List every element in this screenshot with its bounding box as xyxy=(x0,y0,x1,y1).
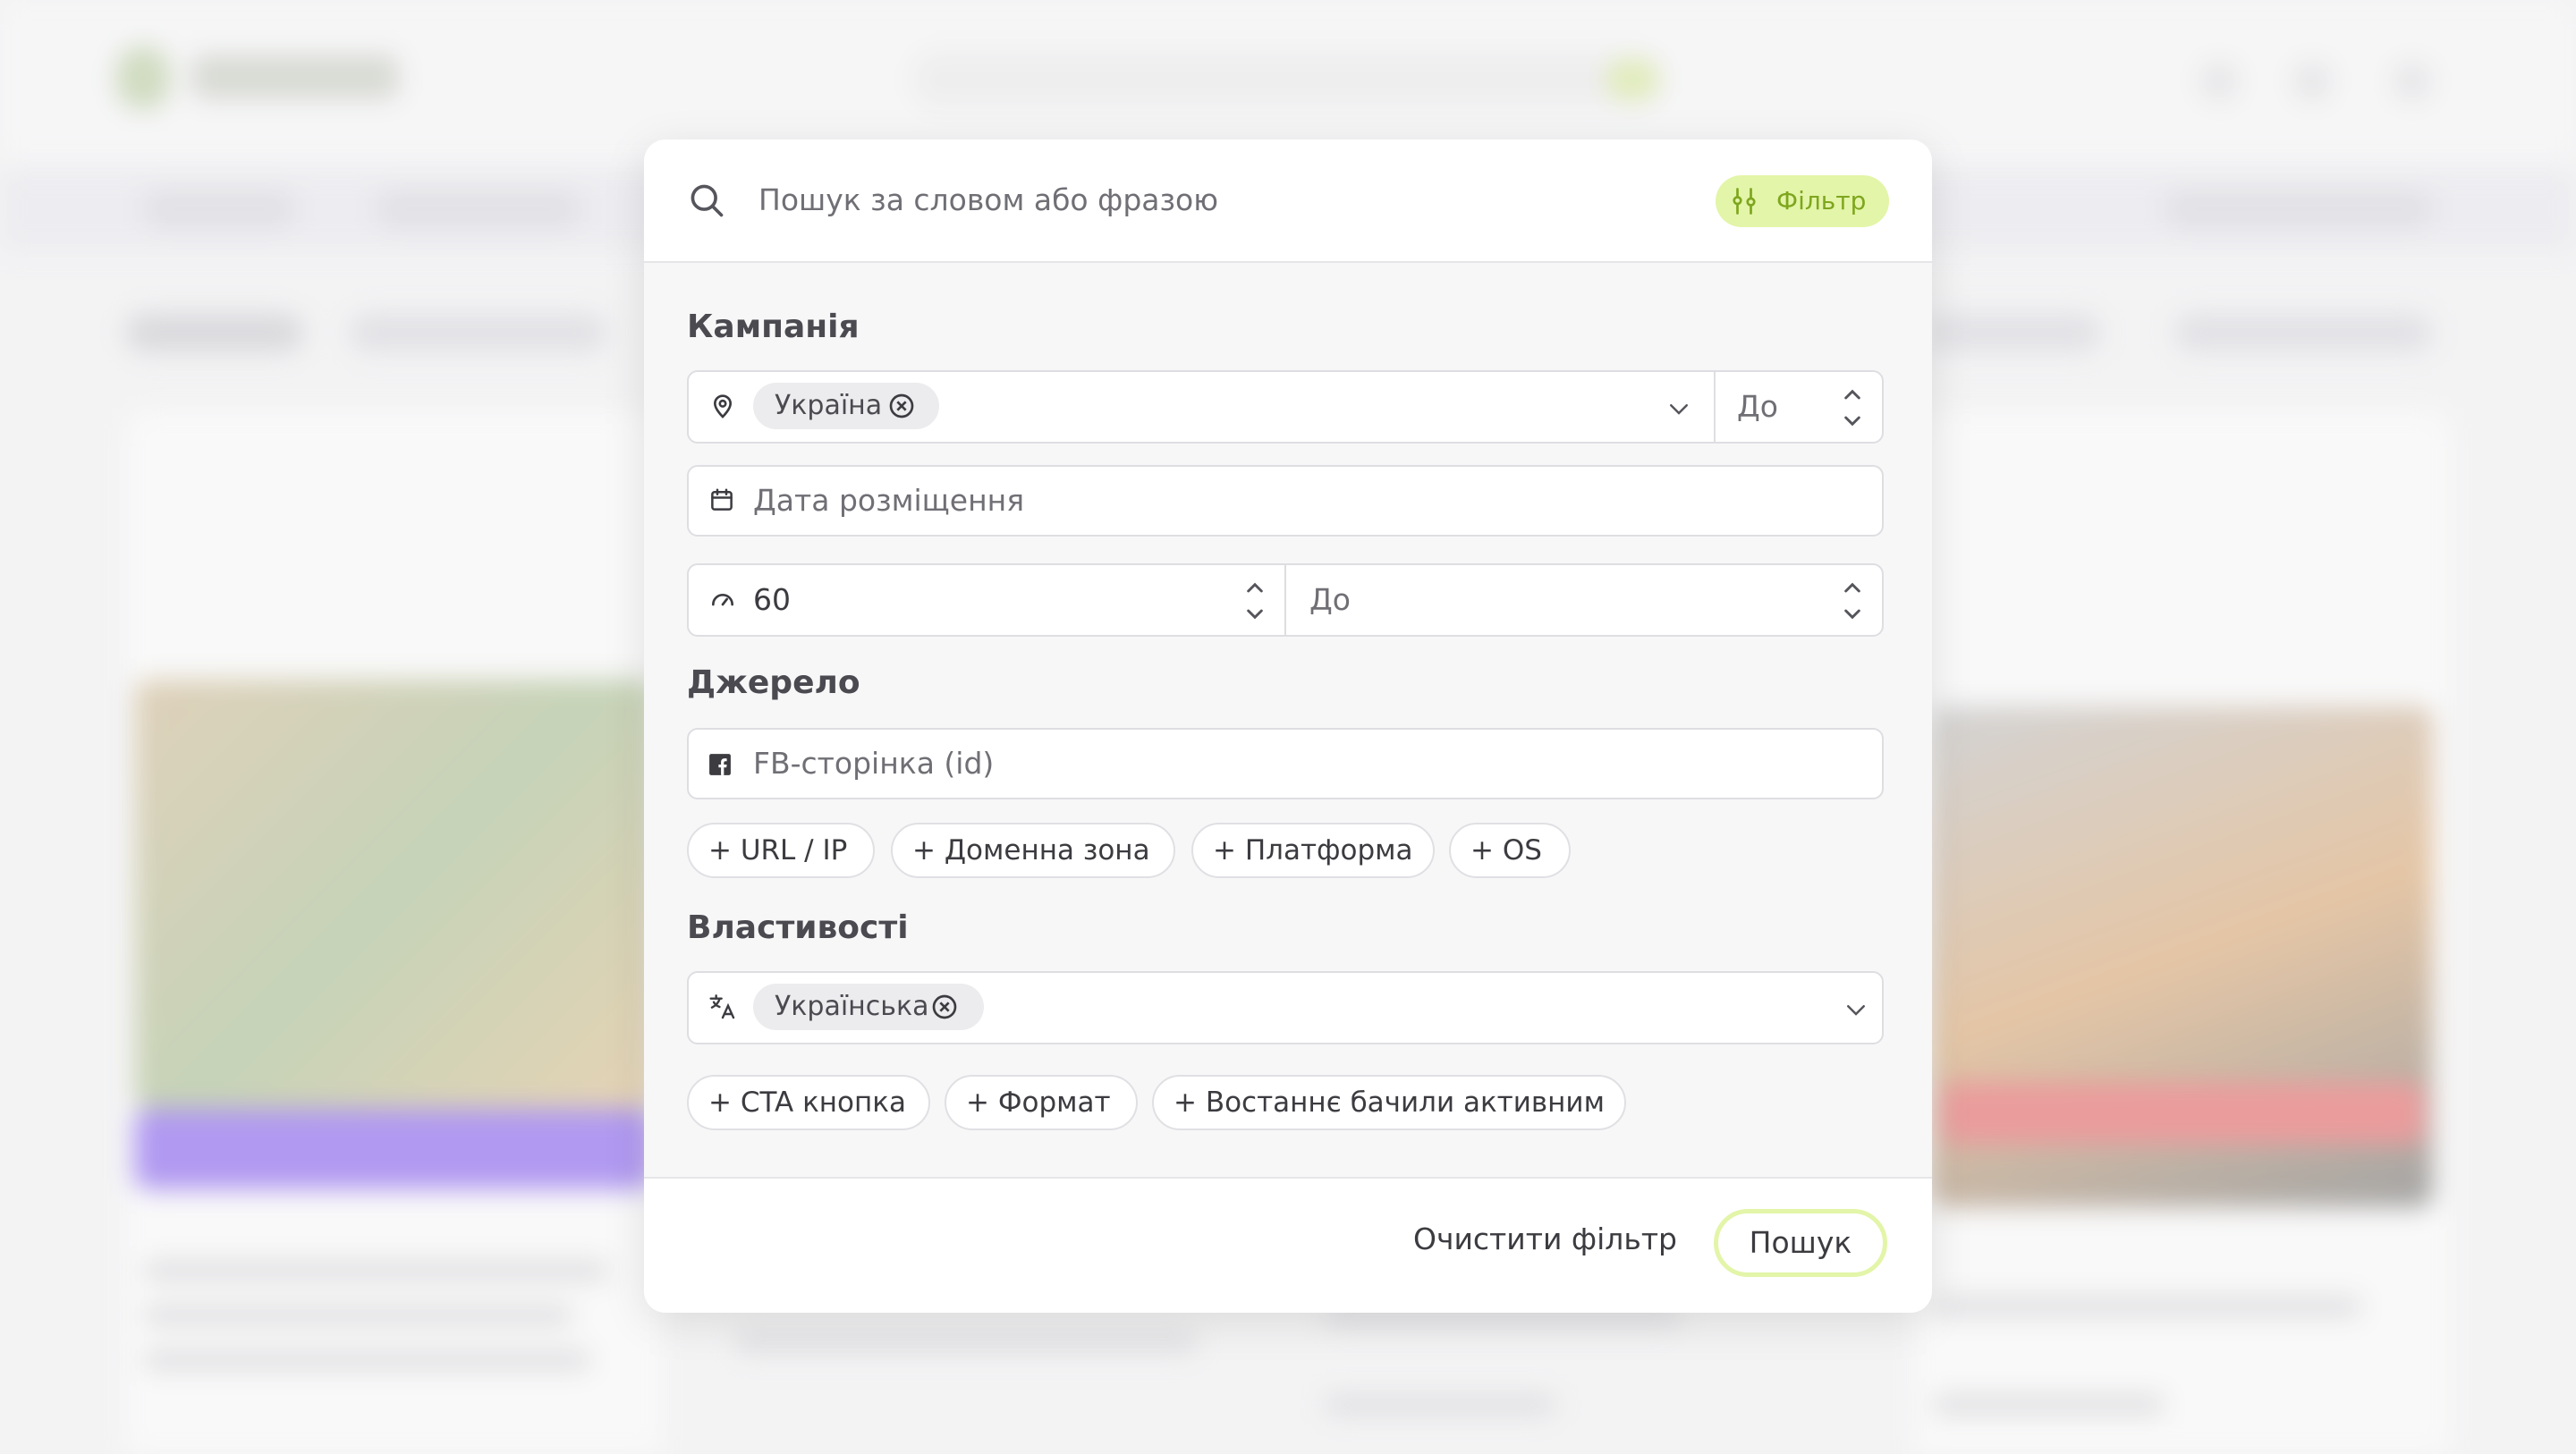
clear-filter-button[interactable]: Очистити фільтр xyxy=(1413,1218,1677,1261)
add-domain-zone-label: + Доменна зона xyxy=(912,834,1150,866)
bg-text-line xyxy=(143,1261,608,1281)
add-url-ip-button[interactable]: + URL / IP xyxy=(687,823,875,878)
facebook-icon xyxy=(709,754,731,775)
sliders-icon xyxy=(1733,188,1756,215)
campaign-title: Кампанія xyxy=(687,309,860,345)
filter-modal: Пошук за словом або фразою Фільтр Кампан… xyxy=(644,139,1932,1313)
add-last-seen-active-button[interactable]: + Востаннє бачили активним xyxy=(1152,1075,1626,1130)
fb-page-placeholder: FB-сторінка (id) xyxy=(753,746,995,781)
days-to-input[interactable]: До xyxy=(1309,579,1351,621)
add-cta-button[interactable]: + CTA кнопка xyxy=(687,1075,930,1130)
gauge-icon xyxy=(712,594,733,606)
bg-text-line xyxy=(1932,1395,2165,1415)
country-to-input[interactable]: До xyxy=(1737,386,1778,427)
field-divider xyxy=(1284,565,1286,635)
bg-icon xyxy=(2293,63,2331,100)
bg-card-banner xyxy=(134,1109,653,1189)
modal-footer: Очистити фільтр Пошук xyxy=(644,1177,1932,1313)
calendar-icon xyxy=(711,488,733,511)
fb-page-field[interactable]: FB-сторінка (id) xyxy=(687,728,1884,799)
bg-tab xyxy=(1923,313,2102,352)
bg-icon xyxy=(2394,63,2431,100)
bg-logo-icon xyxy=(116,46,170,109)
search-button[interactable]: Пошук xyxy=(1714,1209,1887,1277)
date-field[interactable]: Дата розміщення xyxy=(687,465,1884,537)
add-last-seen-active-label: + Востаннє бачили активним xyxy=(1174,1086,1605,1119)
language-select[interactable]: Українська xyxy=(687,971,1884,1044)
date-placeholder: Дата розміщення xyxy=(753,483,1025,518)
bg-text-line xyxy=(143,1306,572,1325)
search-icon xyxy=(691,184,724,217)
filter-label: Фільтр xyxy=(1776,186,1867,216)
bg-icon xyxy=(2200,63,2238,100)
bg-card-image xyxy=(134,680,653,1109)
add-os-button[interactable]: + OS xyxy=(1449,823,1571,878)
search-button-label: Пошук xyxy=(1749,1225,1852,1260)
add-url-ip-label: + URL / IP xyxy=(708,834,848,866)
field-divider xyxy=(1714,372,1716,442)
source-title: Джерело xyxy=(687,664,860,701)
bg-search-bar xyxy=(912,52,1664,107)
add-domain-zone-button[interactable]: + Доменна зона xyxy=(891,823,1175,878)
search-input[interactable]: Пошук за словом або фразою xyxy=(758,179,1218,222)
stepper-icon[interactable] xyxy=(1843,381,1862,435)
properties-title: Властивості xyxy=(687,909,909,946)
add-platform-label: + Платформа xyxy=(1213,834,1413,866)
language-chip-label: Українська xyxy=(775,991,929,1022)
bg-logo xyxy=(192,55,398,98)
remove-chip-icon[interactable] xyxy=(887,392,916,420)
chevron-down-icon[interactable] xyxy=(1665,395,1692,422)
days-from-input[interactable]: 60 xyxy=(753,579,791,621)
bg-tab xyxy=(125,313,304,352)
translate-icon xyxy=(709,994,735,1019)
language-chip: Українська xyxy=(753,984,984,1030)
chevron-down-icon[interactable] xyxy=(1843,996,1869,1023)
add-os-label: + OS xyxy=(1470,834,1542,866)
bg-tab xyxy=(2174,313,2433,352)
bg-nav-pill xyxy=(2165,190,2433,229)
bg-text-line xyxy=(733,1332,1199,1352)
days-range-field[interactable]: 60 До xyxy=(687,563,1884,637)
add-format-button[interactable]: + Формат xyxy=(945,1075,1138,1130)
add-platform-button[interactable]: + Платформа xyxy=(1191,823,1435,878)
bg-text-line xyxy=(1932,1297,2361,1316)
location-pin-icon xyxy=(713,394,733,418)
country-chip-label: Україна xyxy=(775,390,883,421)
bg-text-line xyxy=(143,1350,590,1370)
bg-tab xyxy=(349,313,608,352)
stepper-icon[interactable] xyxy=(1843,574,1862,628)
bg-card-banner xyxy=(1941,1082,2424,1145)
bg-nav-pill xyxy=(143,190,295,229)
bg-text-line xyxy=(1324,1395,1556,1415)
search-header: Пошук за словом або фразою Фільтр xyxy=(644,139,1932,263)
remove-chip-icon[interactable] xyxy=(930,993,959,1021)
country-select[interactable]: Україна До xyxy=(687,370,1884,444)
bg-nav-pill xyxy=(376,190,581,229)
add-cta-label: + CTA кнопка xyxy=(708,1086,907,1119)
bg-search-button xyxy=(1606,59,1659,100)
add-format-label: + Формат xyxy=(966,1086,1111,1119)
filter-toggle-button[interactable]: Фільтр xyxy=(1716,175,1889,227)
country-chip: Україна xyxy=(753,383,939,429)
stepper-icon[interactable] xyxy=(1245,574,1265,628)
